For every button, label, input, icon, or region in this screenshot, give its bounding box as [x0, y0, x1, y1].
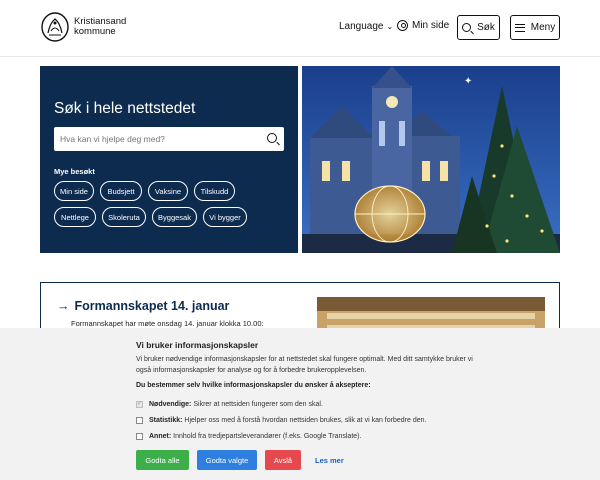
hero-title: Søk i hele nettstedet: [54, 100, 196, 117]
min-side-link[interactable]: Min side: [397, 20, 449, 31]
header-divider: [0, 56, 600, 57]
cookie-description: Vi bruker nødvendige informasjonskapsler…: [136, 356, 473, 374]
accept-all-button[interactable]: Godta alle: [136, 450, 189, 470]
hero-image: ✦: [302, 66, 560, 253]
language-label: Language: [339, 21, 384, 32]
necessary-checkbox: ✓: [136, 400, 143, 408]
site-header: Kristiansand kommune Language ⌄ Min side…: [0, 0, 600, 56]
cookie-banner: Vi bruker informasjonskapsler Vi bruker …: [0, 328, 600, 480]
search-icon: [462, 23, 472, 32]
cathedral-illustration: ✦: [302, 66, 560, 253]
menu-button[interactable]: Meny: [510, 15, 560, 40]
news-title: Formannskapet 14. januar: [74, 299, 230, 313]
chip-tilskudd[interactable]: Tilskudd: [194, 181, 235, 201]
logo-text: Kristiansand kommune: [74, 17, 126, 37]
chip-vaksine[interactable]: Vaksine: [148, 181, 188, 201]
accept-selected-button[interactable]: Godta valgte: [197, 450, 257, 470]
chip-skoleruta[interactable]: Skoleruta: [102, 207, 146, 227]
cookie-option-statistics: Statistikk: Hjelper oss med å forstå hvo…: [136, 412, 476, 428]
other-checkbox[interactable]: [136, 432, 143, 440]
min-side-label: Min side: [412, 20, 450, 31]
cookie-option-other: Annet: Innhold fra tredjepartsleverandør…: [136, 428, 476, 444]
cookie-subtitle: Du bestemmer selv hvilke informasjonskap…: [136, 382, 371, 389]
reject-button[interactable]: Avslå: [265, 450, 301, 470]
option-text: Hjelper oss med å forstå hvordan nettsid…: [184, 416, 427, 424]
option-text: Innhold fra tredjepartsleverandører (f.e…: [173, 432, 362, 440]
news-text: Formannskapet har møte onsdag 14. januar…: [71, 319, 264, 328]
option-label: Annet:: [149, 432, 172, 440]
coat-of-arms-icon: [41, 12, 69, 42]
hamburger-icon: [514, 23, 525, 32]
statistics-checkbox[interactable]: [136, 416, 143, 424]
option-label: Statistikk:: [149, 416, 183, 424]
menu-button-label: Meny: [530, 22, 556, 33]
chip-nettlege[interactable]: Nettlege: [54, 207, 96, 227]
cookie-option-necessary: ✓ Nødvendige: Sikrer at nettsiden funger…: [136, 396, 476, 412]
option-label: Nødvendige:: [149, 400, 192, 408]
arrow-right-icon: →: [57, 299, 70, 313]
news-title-link[interactable]: → Formannskapet 14. januar: [57, 299, 229, 313]
cookie-content: Vi bruker informasjonskapsler Vi bruker …: [136, 340, 476, 444]
chevron-down-icon: ⌄: [386, 22, 394, 31]
cookie-actions: Godta alle Godta valgte Avslå Les mer: [136, 450, 344, 470]
search-button-label: Søk: [477, 22, 495, 33]
language-selector[interactable]: Language ⌄: [339, 21, 393, 32]
chip-min-side[interactable]: Min side: [54, 181, 94, 201]
cookie-title: Vi bruker informasjonskapsler: [136, 340, 259, 350]
logo-line-2: kommune: [74, 26, 116, 37]
search-icon[interactable]: [267, 133, 277, 143]
chip-vi-bygger[interactable]: Vi bygger: [203, 207, 247, 227]
read-more-link[interactable]: Les mer: [315, 456, 344, 465]
site-search: [54, 127, 284, 151]
chip-byggesak[interactable]: Byggesak: [152, 207, 197, 227]
hero-search-panel: Søk i hele nettstedet Mye besøkt Min sid…: [40, 66, 298, 253]
chip-budsjett[interactable]: Budsjett: [100, 181, 142, 201]
site-search-input[interactable]: [54, 127, 254, 151]
search-button[interactable]: Søk: [457, 15, 500, 40]
user-icon: [397, 20, 408, 31]
svg-text:✦: ✦: [464, 76, 472, 87]
popular-label: Mye besøkt: [54, 167, 95, 176]
option-text: Sikrer at nettsiden fungerer som den ska…: [193, 400, 323, 408]
site-logo[interactable]: Kristiansand kommune: [40, 11, 126, 43]
